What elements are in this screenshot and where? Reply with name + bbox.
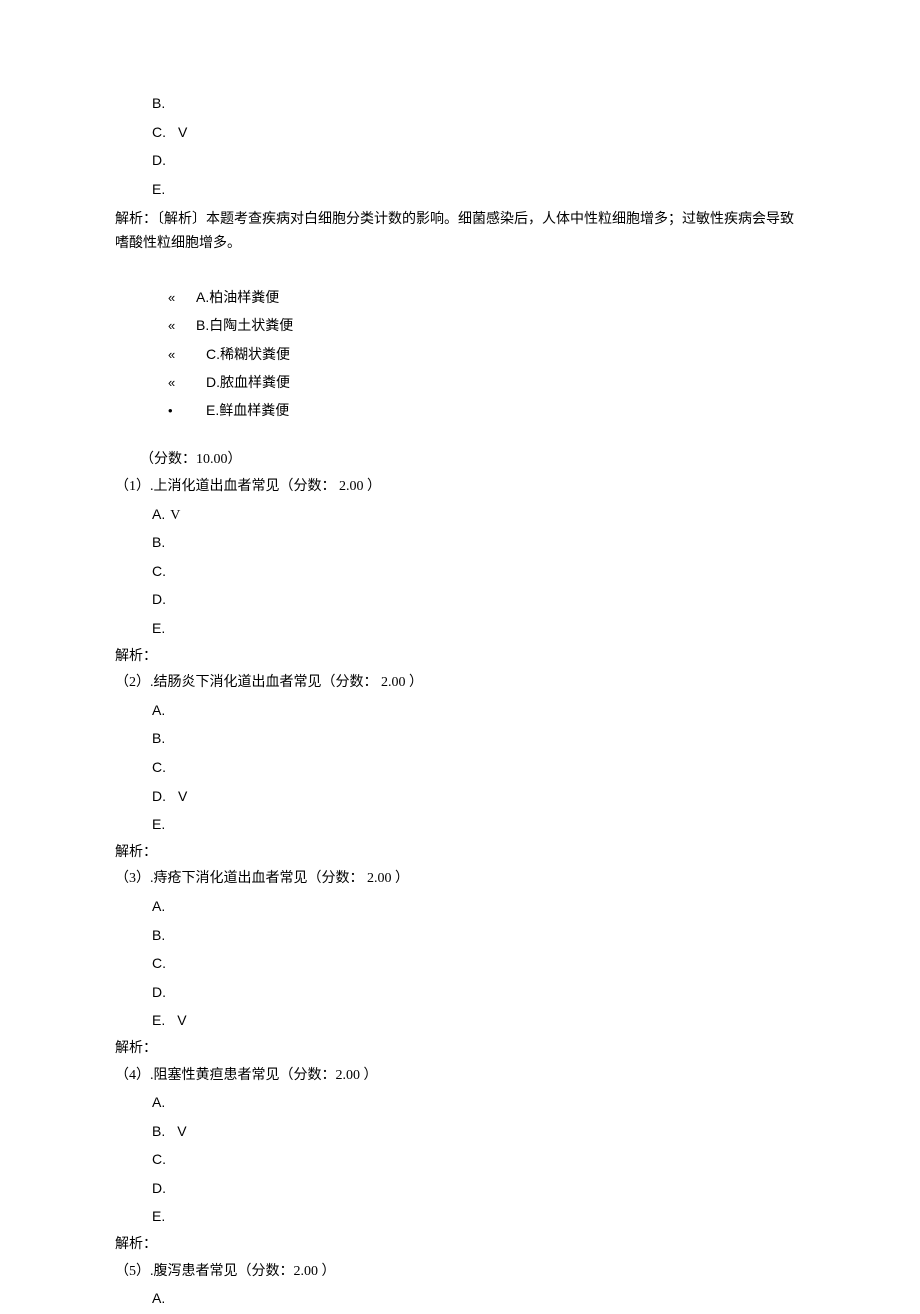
total-score: （分数：10.00） xyxy=(140,447,805,474)
q3-option-d: D. xyxy=(140,979,805,1008)
choice-d: «D.脓血样粪便 xyxy=(168,369,805,397)
document-page: B. C.V D. E. 解析：〔解析〕本题考查疾病对白细胞分类计数的影响。细菌… xyxy=(0,0,920,1314)
q2-option-c: C. xyxy=(140,754,805,783)
q4-option-a: A. xyxy=(140,1089,805,1118)
q5-option-a: A. xyxy=(140,1285,805,1314)
check-mark-icon: V xyxy=(170,508,180,523)
choice-a: «A.柏油样粪便 xyxy=(168,284,805,312)
check-mark-icon: V xyxy=(177,1123,186,1139)
check-mark-icon: V xyxy=(177,1012,186,1028)
check-mark-icon: V xyxy=(178,788,187,804)
q1-option-c: C. xyxy=(140,558,805,587)
q3-option-c: C. xyxy=(140,950,805,979)
q1-analysis: 解析： xyxy=(115,644,805,671)
q2-option-d: D.V xyxy=(140,783,805,812)
prev-option-c: C.V xyxy=(140,119,805,148)
check-mark-icon: V xyxy=(178,124,187,140)
prev-option-e: E. xyxy=(140,176,805,205)
q2-option-a: A. xyxy=(140,697,805,726)
q5-stem: （5）.腹泻患者常见（分数：2.00 ） xyxy=(115,1259,805,1286)
q4-analysis: 解析： xyxy=(115,1232,805,1259)
q3-stem: （3）.痔疮下消化道出血者常见（分数： 2.00 ） xyxy=(115,866,805,893)
q2-stem: （2）.结肠炎下消化道出血者常见（分数： 2.00 ） xyxy=(115,670,805,697)
q4-stem: （4）.阻塞性黄疸患者常见（分数：2.00 ） xyxy=(115,1063,805,1090)
q1-option-a: A.V xyxy=(140,501,805,530)
q2-option-b: B. xyxy=(140,725,805,754)
prev-analysis: 解析：〔解析〕本题考查疾病对白细胞分类计数的影响。细菌感染后，人体中性粒细胞增多… xyxy=(115,208,805,256)
q1-option-e: E. xyxy=(140,615,805,644)
prev-option-d: D. xyxy=(140,147,805,176)
q1-option-b: B. xyxy=(140,529,805,558)
choice-b: «B.白陶土状粪便 xyxy=(168,312,805,340)
choice-e: •E.鲜血样粪便 xyxy=(168,397,805,425)
q4-option-d: D. xyxy=(140,1175,805,1204)
q3-option-a: A. xyxy=(140,893,805,922)
q3-analysis: 解析： xyxy=(115,1036,805,1063)
choice-set: «A.柏油样粪便 «B.白陶土状粪便 «C.稀糊状粪便 «D.脓血样粪便 •E.… xyxy=(140,284,805,425)
q4-option-c: C. xyxy=(140,1146,805,1175)
q3-option-e: E.V xyxy=(140,1007,805,1036)
q4-option-e: E. xyxy=(140,1203,805,1232)
q1-option-d: D. xyxy=(140,586,805,615)
q3-option-b: B. xyxy=(140,922,805,951)
choice-c: «C.稀糊状粪便 xyxy=(168,341,805,369)
q4-option-b: B.V xyxy=(140,1118,805,1147)
q2-analysis: 解析： xyxy=(115,840,805,867)
prev-option-b: B. xyxy=(140,90,805,119)
q2-option-e: E. xyxy=(140,811,805,840)
q1-stem: （1）.上消化道出血者常见（分数： 2.00 ） xyxy=(115,474,805,501)
